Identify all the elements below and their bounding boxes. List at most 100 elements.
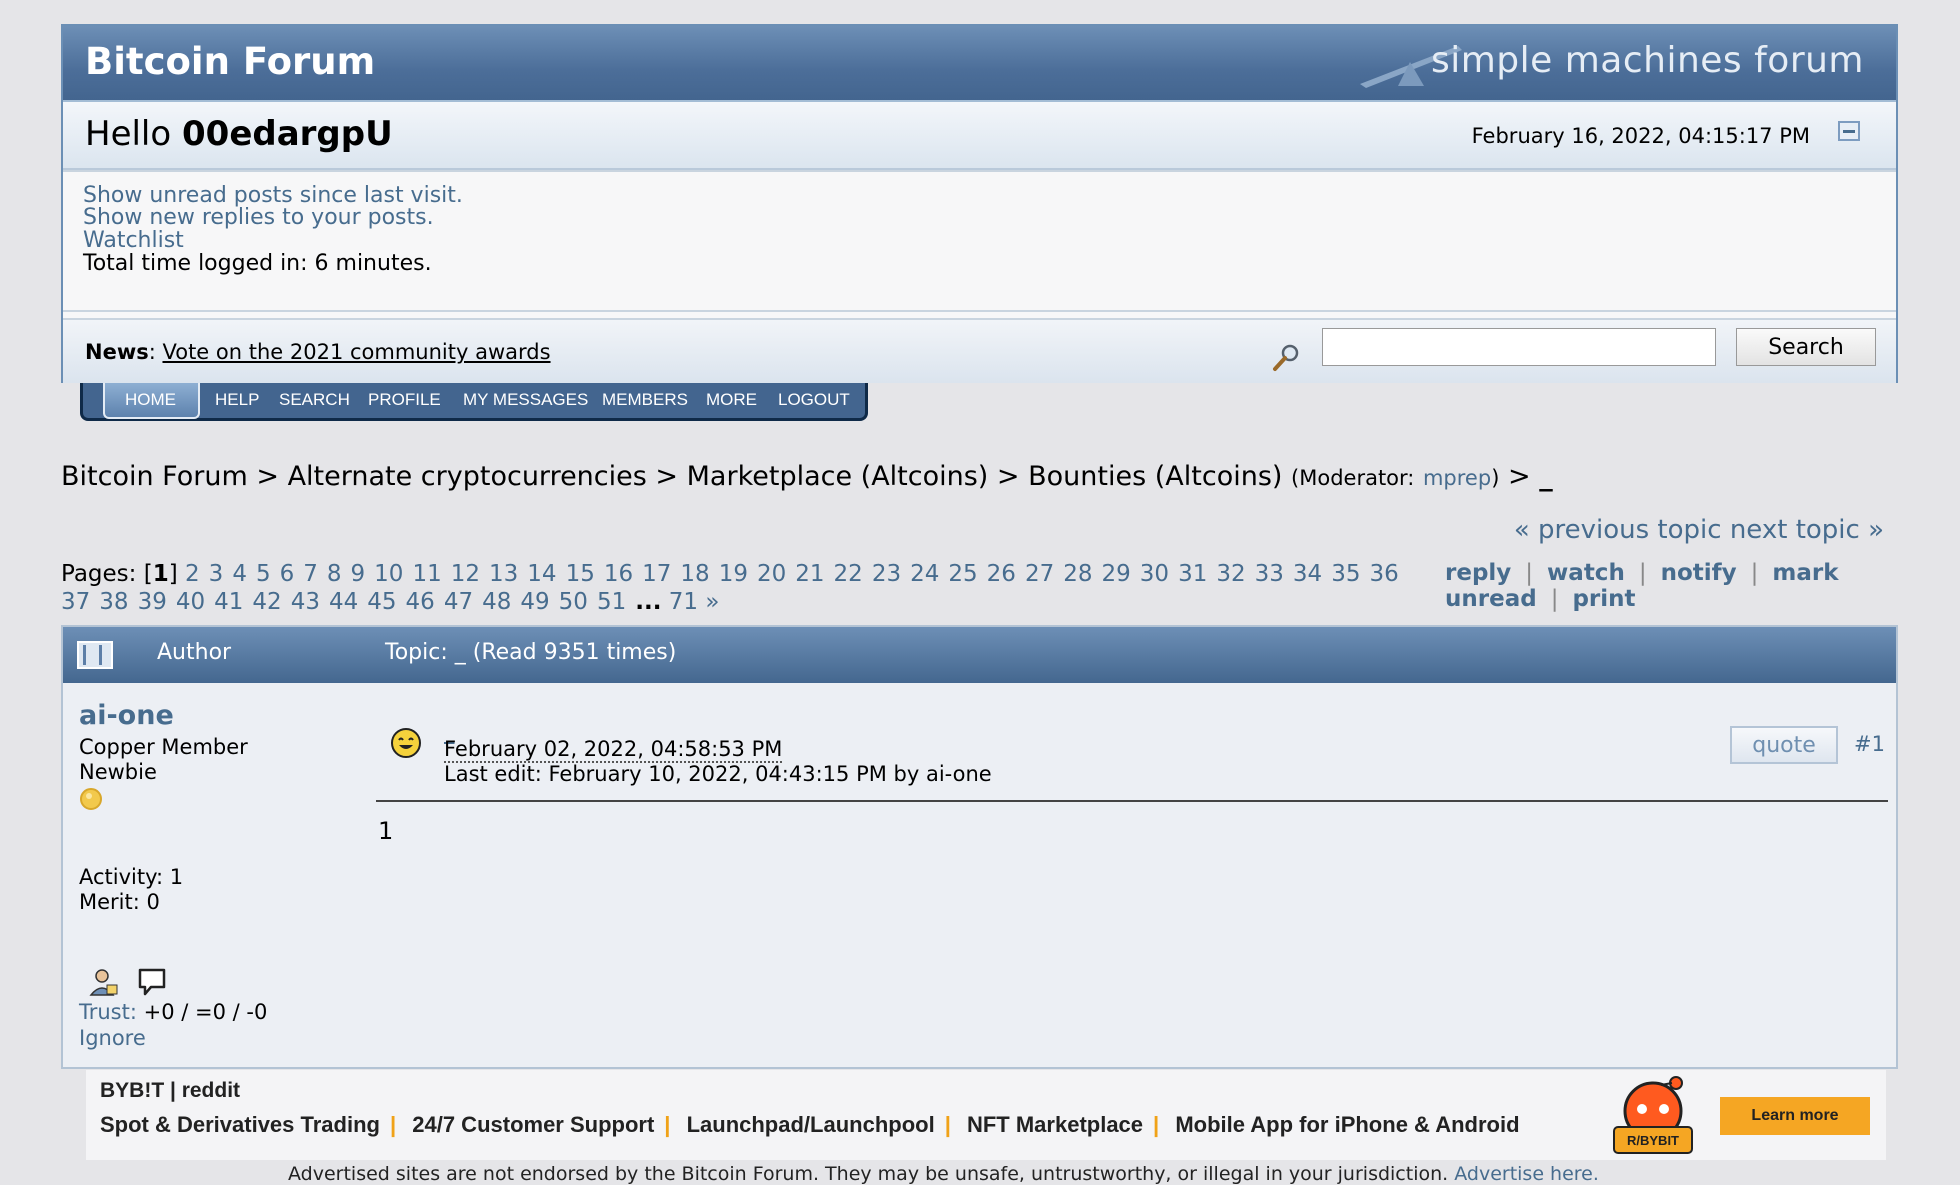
page-link[interactable]: 28 bbox=[1063, 561, 1092, 587]
page-link[interactable]: 8 bbox=[327, 561, 342, 587]
page-link[interactable]: 3 bbox=[209, 561, 224, 587]
menu-members[interactable]: MEMBERS bbox=[602, 390, 688, 410]
breadcrumb-board[interactable]: Marketplace (Altcoins) bbox=[687, 461, 989, 492]
page-link[interactable]: 39 bbox=[138, 589, 167, 615]
watch-button[interactable]: watch bbox=[1547, 560, 1625, 586]
page-link[interactable]: 49 bbox=[520, 589, 549, 615]
collapse-header-icon[interactable] bbox=[1838, 121, 1860, 141]
post-last-edit: Last edit: February 10, 2022, 04:43:15 P… bbox=[444, 762, 992, 786]
menu-my-messages[interactable]: MY MESSAGES bbox=[463, 390, 588, 410]
page-link[interactable]: 35 bbox=[1331, 561, 1360, 587]
page-link[interactable]: 29 bbox=[1102, 561, 1131, 587]
page-link[interactable]: 5 bbox=[256, 561, 271, 587]
page-link[interactable]: 15 bbox=[566, 561, 595, 587]
page-link[interactable]: 38 bbox=[99, 589, 128, 615]
page-link[interactable]: 50 bbox=[559, 589, 588, 615]
page-link[interactable]: 46 bbox=[406, 589, 435, 615]
ignore-link[interactable]: Ignore bbox=[79, 1026, 146, 1050]
search-input[interactable] bbox=[1322, 328, 1716, 366]
page-link[interactable]: 41 bbox=[214, 589, 243, 615]
page-link[interactable]: 21 bbox=[795, 561, 824, 587]
page-link[interactable]: 44 bbox=[329, 589, 358, 615]
next-topic-link[interactable]: next topic » bbox=[1730, 515, 1884, 545]
learn-more-button[interactable]: Learn more bbox=[1720, 1097, 1870, 1135]
pages-label: Pages: bbox=[61, 561, 137, 587]
breadcrumb-home[interactable]: Bitcoin Forum bbox=[61, 461, 248, 492]
page-link[interactable]: 7 bbox=[303, 561, 318, 587]
page-link[interactable]: 19 bbox=[719, 561, 748, 587]
post-number-link[interactable]: #1 bbox=[1854, 732, 1885, 756]
watchlist-link[interactable]: Watchlist bbox=[83, 228, 184, 253]
page-link[interactable]: 33 bbox=[1255, 561, 1284, 587]
page-link[interactable]: 36 bbox=[1369, 561, 1398, 587]
page-link[interactable]: 32 bbox=[1216, 561, 1245, 587]
page-link[interactable]: 42 bbox=[252, 589, 281, 615]
forum-title[interactable]: Bitcoin Forum bbox=[85, 40, 375, 83]
quote-button[interactable]: quote bbox=[1730, 726, 1838, 764]
page-link[interactable]: 26 bbox=[987, 561, 1016, 587]
reply-button[interactable]: reply bbox=[1445, 560, 1511, 586]
profile-icon[interactable] bbox=[89, 967, 119, 997]
print-button[interactable]: print bbox=[1572, 586, 1635, 612]
news-headline-link[interactable]: Vote on the 2021 community awards bbox=[162, 340, 550, 364]
menu-home[interactable]: HOME bbox=[125, 390, 176, 410]
advertisement-banner[interactable]: BYB!T | reddit Spot & Derivatives Tradin… bbox=[86, 1070, 1886, 1160]
page-link[interactable]: 16 bbox=[604, 561, 633, 587]
menu-more[interactable]: MORE bbox=[706, 390, 757, 410]
page-link[interactable]: 2 bbox=[185, 561, 200, 587]
page-link[interactable]: 31 bbox=[1178, 561, 1207, 587]
page-link[interactable]: 24 bbox=[910, 561, 939, 587]
post-author-link[interactable]: ai-one bbox=[79, 700, 174, 731]
search-button[interactable]: Search bbox=[1736, 328, 1876, 366]
menu-logout[interactable]: LOGOUT bbox=[778, 390, 850, 410]
page-link[interactable]: 23 bbox=[872, 561, 901, 587]
pages-ellipsis: ... bbox=[635, 589, 662, 615]
breadcrumb-category[interactable]: Alternate cryptocurrencies bbox=[288, 461, 647, 492]
page-link[interactable]: 9 bbox=[351, 561, 366, 587]
page-link[interactable]: 51 bbox=[597, 589, 626, 615]
page-link[interactable]: 27 bbox=[1025, 561, 1054, 587]
notify-button[interactable]: notify bbox=[1661, 560, 1737, 586]
breadcrumb-subboard[interactable]: Bounties (Altcoins) bbox=[1028, 461, 1282, 492]
mark-unread-button-cont[interactable]: unread bbox=[1445, 586, 1537, 612]
page-link[interactable]: 11 bbox=[412, 561, 441, 587]
member-rank: Newbie bbox=[79, 760, 157, 784]
page-link[interactable]: 13 bbox=[489, 561, 518, 587]
mark-unread-button[interactable]: mark bbox=[1772, 560, 1838, 586]
page-link[interactable]: 45 bbox=[367, 589, 396, 615]
page-link[interactable]: 43 bbox=[291, 589, 320, 615]
page-link[interactable]: 6 bbox=[280, 561, 295, 587]
previous-topic-link[interactable]: « previous topic bbox=[1514, 515, 1722, 545]
ad-brand: BYB!T | reddit bbox=[100, 1079, 241, 1102]
breadcrumb-topic[interactable]: _ bbox=[1539, 461, 1553, 492]
page-link[interactable]: 34 bbox=[1293, 561, 1322, 587]
page-link[interactable]: 20 bbox=[757, 561, 786, 587]
page-link[interactable]: 18 bbox=[680, 561, 709, 587]
menu-help[interactable]: HELP bbox=[215, 390, 259, 410]
page-link[interactable]: 14 bbox=[527, 561, 556, 587]
page-link[interactable]: 17 bbox=[642, 561, 671, 587]
page-link[interactable]: 25 bbox=[948, 561, 977, 587]
page-link[interactable]: 12 bbox=[451, 561, 480, 587]
page-link[interactable]: 4 bbox=[232, 561, 247, 587]
page-links-row-2: 37 38 39 40 41 42 43 44 45 46 47 48 49 50 51 bbox=[61, 589, 635, 615]
new-replies-link[interactable]: Show new replies to your posts. bbox=[83, 205, 434, 230]
trust-link[interactable]: Trust: bbox=[79, 1000, 137, 1024]
page-link[interactable]: 30 bbox=[1140, 561, 1169, 587]
page-link[interactable]: 22 bbox=[834, 561, 863, 587]
main-menu: HOME HELP SEARCH PROFILE MY MESSAGES MEM… bbox=[80, 383, 868, 421]
page-link[interactable]: 37 bbox=[61, 589, 90, 615]
page-link[interactable]: 40 bbox=[176, 589, 205, 615]
page-link[interactable]: 48 bbox=[482, 589, 511, 615]
moderator-link[interactable]: mprep bbox=[1423, 466, 1491, 490]
menu-search[interactable]: SEARCH bbox=[279, 390, 350, 410]
time-logged-in: Total time logged in: 6 minutes. bbox=[83, 251, 432, 276]
menu-profile[interactable]: PROFILE bbox=[368, 390, 441, 410]
advertise-here-link[interactable]: Advertise here. bbox=[1454, 1163, 1599, 1185]
next-page-link[interactable]: » bbox=[705, 589, 719, 615]
last-page-link[interactable]: 71 bbox=[669, 589, 698, 615]
page-link[interactable]: 47 bbox=[444, 589, 473, 615]
ad-feature: NFT Marketplace bbox=[966, 1112, 1144, 1137]
page-link[interactable]: 10 bbox=[374, 561, 403, 587]
personal-message-icon[interactable] bbox=[137, 967, 167, 997]
